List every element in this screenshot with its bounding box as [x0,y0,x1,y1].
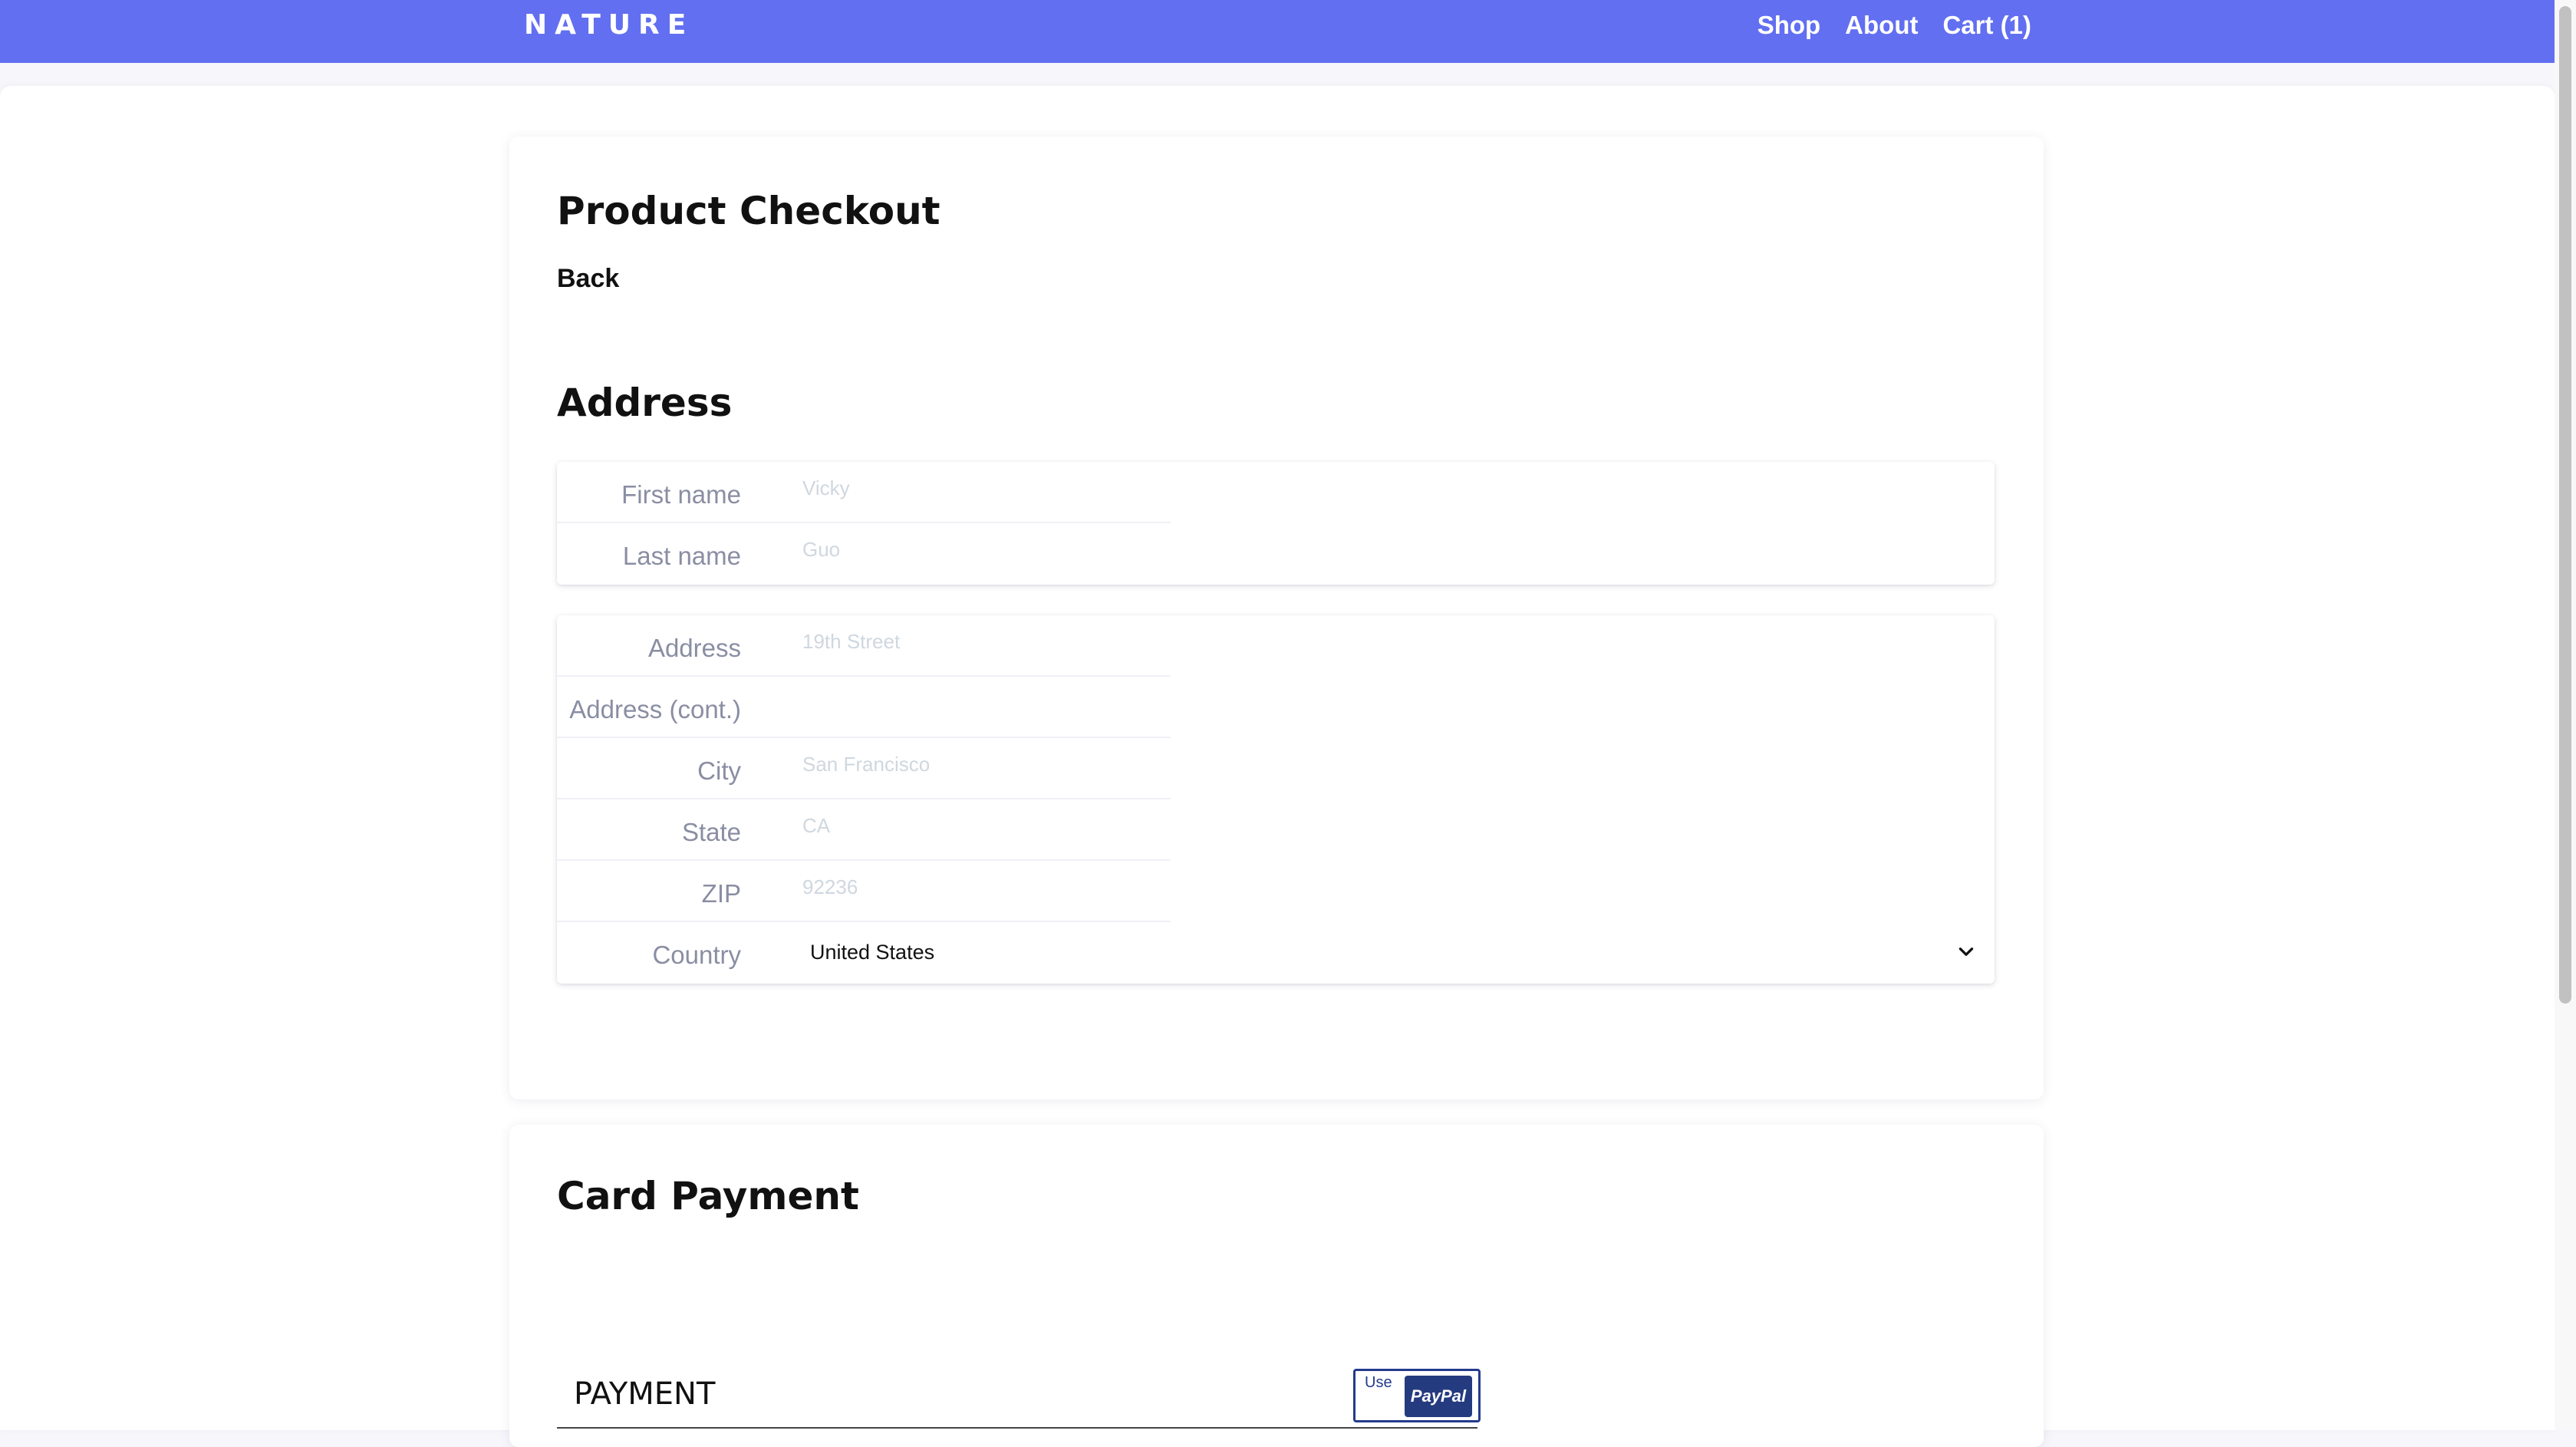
scrollbar-thumb[interactable] [2559,6,2571,1004]
brand-logo[interactable]: NATURE [524,9,693,41]
address-label: Address [647,634,741,662]
paypal-use-label: Use [1365,1374,1392,1391]
payment-divider [557,1427,1477,1429]
last-name-row: Last name [557,523,1171,585]
nav-link-cart[interactable]: Cart (1) [1942,11,2031,40]
payment-section-label: PAYMENT [574,1376,716,1412]
city-input[interactable] [802,749,1155,780]
zip-row: ZIP [557,861,1171,922]
address-heading: Address [557,381,733,425]
city-label: City [697,756,741,785]
address-row: Address [557,615,1171,677]
address-input[interactable] [802,626,1155,657]
nav-links: Shop About Cart (1) [1757,11,2031,40]
last-name-input[interactable] [802,534,1155,565]
nav-link-shop[interactable]: Shop [1757,11,1820,40]
country-selected-value: United States [810,941,935,964]
chevron-down-icon [1958,948,1974,956]
first-name-label: First name [621,480,741,509]
first-name-row: First name [557,462,1171,523]
nav-link-about[interactable]: About [1845,11,1918,40]
paypal-logo: PayPal [1405,1376,1472,1417]
state-row: State [557,799,1171,861]
address-cont-row: Address (cont.) [557,677,1171,738]
address-cont-input[interactable] [802,687,1155,718]
country-row: Country United States [557,922,1995,984]
zip-input[interactable] [802,872,1155,902]
state-label: State [681,818,741,846]
payment-card: Card Payment PAYMENT Use PayPal [509,1125,2044,1447]
address-fieldset: Address Address (cont.) City State ZIP C… [557,615,1995,984]
top-navbar: NATURE Shop About Cart (1) [0,0,2555,63]
back-link[interactable]: Back [557,264,619,294]
state-input[interactable] [802,810,1155,841]
address-cont-label: Address (cont.) [569,695,741,724]
page-title: Product Checkout [557,189,940,233]
last-name-label: Last name [622,542,741,570]
zip-label: ZIP [701,879,741,908]
country-label: Country [652,941,741,969]
city-row: City [557,738,1171,799]
name-fieldset: First name Last name [557,462,1995,585]
country-select[interactable]: United States [802,936,1976,970]
first-name-input[interactable] [802,473,1155,503]
checkout-card: Product Checkout Back Address First name… [509,137,2044,1099]
payment-heading: Card Payment [557,1174,859,1218]
use-paypal-button[interactable]: Use PayPal [1353,1369,1481,1422]
